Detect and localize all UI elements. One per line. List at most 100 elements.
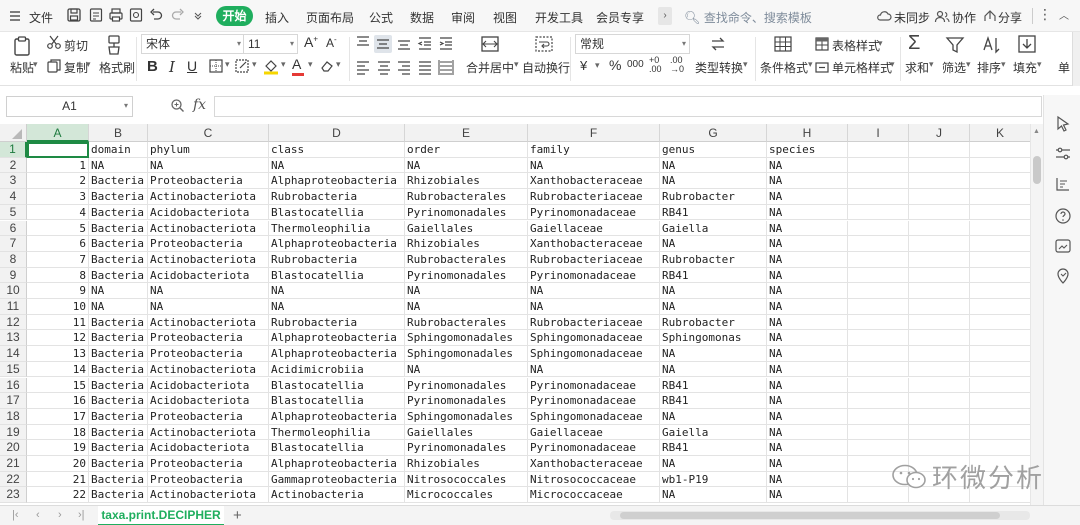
cell-d6[interactable]: Thermoleophilia (269, 220, 405, 237)
cell-f22[interactable]: Nitrosococcaceae (528, 471, 660, 488)
type-convert-button[interactable]: 类型转换 (695, 59, 743, 76)
format-painter-button[interactable]: 格式刷 (99, 59, 135, 76)
row-header[interactable]: 12 (0, 314, 27, 331)
cell-e6[interactable]: Gaiellales (405, 220, 528, 237)
cell-f12[interactable]: Rubrobacteriaceae (528, 314, 660, 331)
cell-k16[interactable] (970, 378, 1030, 394)
tab-home[interactable]: 开始 (216, 6, 253, 26)
conditional-format-icon[interactable] (773, 34, 793, 57)
row-header[interactable]: 2 (0, 157, 27, 174)
row-header[interactable]: 23 (0, 487, 27, 504)
chevron-down-icon[interactable]: ▾ (1037, 59, 1042, 70)
cell-e19[interactable]: Gaiellales (405, 424, 528, 441)
cell-h21[interactable]: NA (767, 456, 848, 472)
cell-d14[interactable]: Alphaproteobacteria (269, 346, 405, 362)
currency-icon[interactable]: ¥ (580, 58, 587, 73)
merge-center-button[interactable]: 合并居中 (466, 59, 514, 76)
decrease-indent-icon[interactable] (417, 35, 433, 54)
cell-c22[interactable]: Proteobacteria (148, 471, 269, 488)
cell-b1[interactable]: domain (89, 142, 148, 158)
cell-h8[interactable]: NA (767, 251, 848, 268)
horizontal-scrollbar[interactable] (610, 511, 1030, 520)
cell-a6[interactable]: 5 (27, 220, 89, 237)
chevron-down-icon[interactable]: ▾ (878, 38, 883, 49)
sum-icon[interactable]: Σ (908, 32, 920, 55)
cell-k11[interactable] (970, 299, 1030, 315)
clear-format-icon[interactable] (319, 58, 335, 77)
hamburger-icon[interactable] (8, 9, 22, 23)
cell-k4[interactable] (970, 189, 1030, 205)
cell-j2[interactable] (909, 157, 970, 174)
cell-g6[interactable]: Gaiella (660, 220, 767, 237)
row-header[interactable]: 17 (0, 393, 27, 409)
scissors-icon[interactable] (46, 34, 62, 53)
cell-j3[interactable] (909, 173, 970, 190)
cell-h9[interactable]: NA (767, 267, 848, 284)
column-header-d[interactable]: D (269, 124, 405, 142)
cell-k13[interactable] (970, 330, 1030, 347)
cell-i1[interactable] (848, 142, 909, 158)
increase-font-size-icon[interactable]: A+ (304, 34, 318, 50)
row-header[interactable]: 21 (0, 456, 27, 472)
cell-j12[interactable] (909, 314, 970, 331)
cell-g10[interactable]: NA (660, 283, 767, 299)
row-header[interactable]: 7 (0, 236, 27, 252)
tab-page-layout[interactable]: 页面布局 (306, 9, 354, 26)
cell-a1[interactable] (27, 142, 89, 158)
cell-a13[interactable]: 12 (27, 330, 89, 347)
cell-g1[interactable]: genus (660, 142, 767, 158)
column-header-a[interactable]: A (27, 124, 89, 142)
copy-dropdown-icon[interactable]: ▾ (86, 59, 91, 70)
chevron-down-icon[interactable]: ▾ (308, 59, 313, 70)
cell-border-style-icon[interactable] (234, 58, 250, 77)
paste-icon[interactable] (11, 35, 33, 60)
cell-g19[interactable]: Gaiella (660, 424, 767, 441)
cell-b8[interactable]: Bacteria (89, 251, 148, 268)
cell-g14[interactable]: NA (660, 346, 767, 362)
cell-i18[interactable] (848, 408, 909, 425)
paste-button[interactable]: 粘贴 (10, 59, 34, 76)
merge-center-icon[interactable] (480, 34, 500, 57)
cell-k9[interactable] (970, 268, 1030, 284)
location-pin-icon[interactable] (1054, 267, 1072, 285)
cell-h23[interactable]: NA (767, 487, 848, 504)
share-icon[interactable] (982, 9, 998, 27)
quick-access-dropdown-icon[interactable] (193, 7, 203, 25)
wrap-text-icon[interactable] (534, 34, 554, 57)
increase-indent-icon[interactable] (438, 35, 454, 54)
share-button[interactable]: 分享 (998, 9, 1022, 26)
cell-d22[interactable]: Gammaproteobacteria (269, 471, 405, 488)
type-convert-icon[interactable] (708, 34, 728, 57)
next-sheet-icon[interactable]: › (58, 509, 62, 521)
cell-f1[interactable]: family (528, 142, 660, 158)
cell-c20[interactable]: Acidobacteriota (148, 440, 269, 456)
collab-icon[interactable] (934, 9, 950, 27)
thousands-separator-icon[interactable]: 000 (627, 59, 644, 70)
chevron-down-icon[interactable]: ▾ (336, 59, 341, 70)
tab-formulas[interactable]: 公式 (369, 9, 393, 26)
collapse-ribbon-icon[interactable]: ︿ (1059, 7, 1069, 22)
cell-e7[interactable]: Rhizobiales (405, 236, 528, 252)
cell-i9[interactable] (848, 267, 909, 284)
decrease-decimal-icon[interactable]: .00 →0 (670, 56, 684, 74)
cell-c14[interactable]: Proteobacteria (148, 346, 269, 362)
cell-e21[interactable]: Rhizobiales (405, 456, 528, 472)
cell-e12[interactable]: Rubrobacterales (405, 314, 528, 331)
chevron-down-icon[interactable]: ▾ (124, 101, 128, 110)
tab-member[interactable]: 会员专享 (596, 9, 644, 26)
cell-i19[interactable] (848, 424, 909, 441)
cell-c4[interactable]: Actinobacteriota (148, 189, 269, 205)
cell-a8[interactable]: 7 (27, 251, 89, 268)
properties-sliders-icon[interactable] (1054, 145, 1072, 163)
cell-j8[interactable] (909, 251, 970, 268)
filter-button[interactable]: 筛选 (942, 59, 966, 76)
command-search[interactable]: 🔍︎ 查找命令、搜索模板 (684, 9, 812, 26)
cell-f11[interactable]: NA (528, 299, 660, 315)
increase-decimal-icon[interactable]: +0 .00 (649, 56, 663, 74)
column-header-h[interactable]: H (767, 124, 848, 142)
cell-e23[interactable]: Micrococcales (405, 487, 528, 504)
cell-j20[interactable] (909, 440, 970, 456)
font-color-icon[interactable]: A (292, 56, 304, 76)
cell-i8[interactable] (848, 251, 909, 268)
align-bottom-icon[interactable] (396, 35, 412, 54)
